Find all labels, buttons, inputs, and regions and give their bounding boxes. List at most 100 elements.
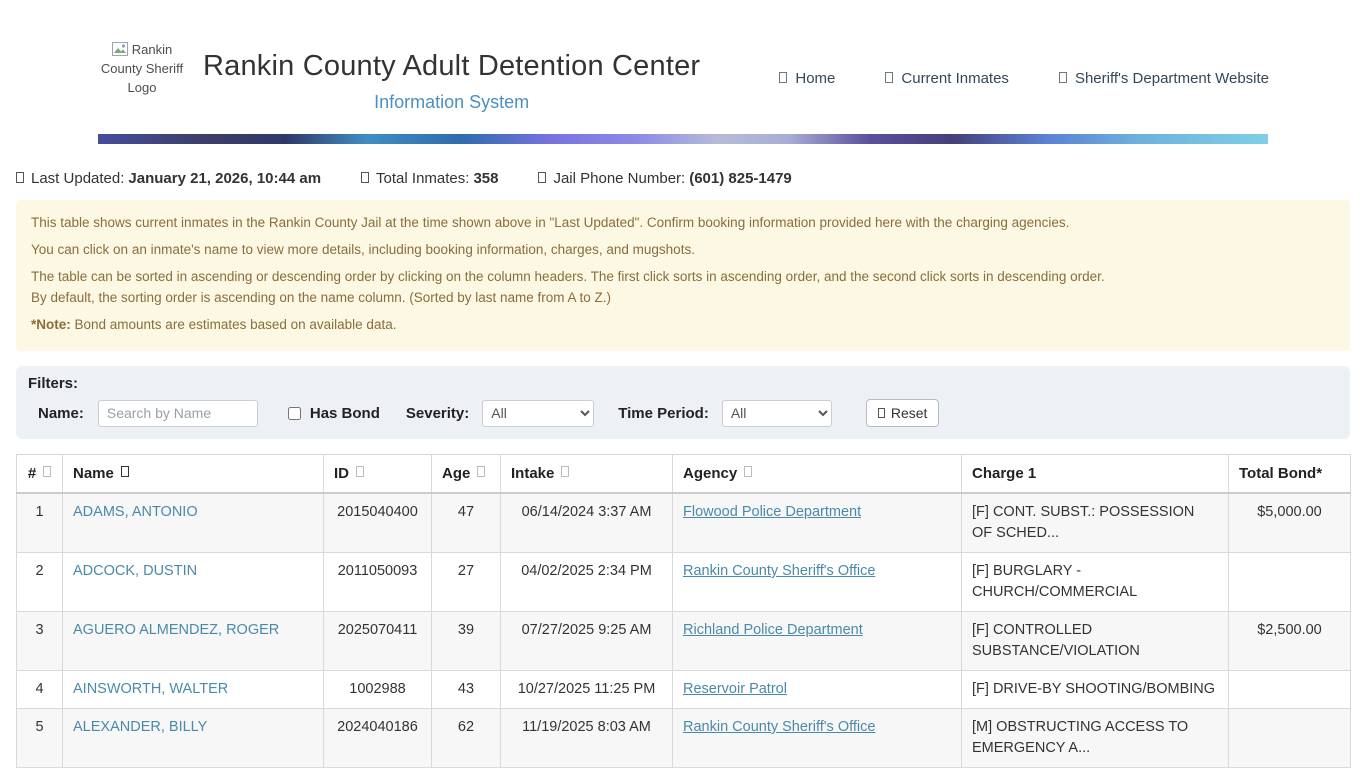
inmate-row: 5 ALEXANDER, BILLY 2024040186 62 11/19/2…: [17, 709, 1351, 768]
last-updated-value: January 21, 2026, 10:44 am: [128, 170, 321, 187]
clock-icon: [16, 172, 24, 183]
inmate-name-cell: AINSWORTH, WALTER: [63, 671, 324, 709]
sort-icon: [477, 466, 485, 477]
agency-link[interactable]: Rankin County Sheriff's Office: [683, 719, 875, 735]
jail-phone: Jail Phone Number:(601) 825-1479: [538, 170, 791, 187]
name-search-input[interactable]: [98, 400, 258, 427]
decorative-gradient-bar: [98, 134, 1268, 144]
status-bar: Last Updated:January 21, 2026, 10:44 am …: [16, 170, 1350, 187]
inmate-name-link[interactable]: AINSWORTH, WALTER: [73, 681, 228, 697]
severity-label: Severity:: [406, 405, 469, 422]
inmates-table: # Name ID Age Intake Agency Charge 1 Tot…: [16, 454, 1351, 768]
jail-phone-label: Jail Phone Number:: [553, 170, 685, 187]
table-header-row: # Name ID Age Intake Agency Charge 1 Tot…: [17, 455, 1351, 494]
inmate-name-cell: ALEXANDER, BILLY: [63, 709, 324, 768]
column-header-age[interactable]: Age: [432, 455, 501, 494]
charge1-cell: [F] CONT. SUBST.: POSSESSION OF SCHED...: [962, 493, 1229, 553]
agency-link[interactable]: Reservoir Patrol: [683, 681, 787, 697]
intake-date-cell: 06/14/2024 3:37 AM: [501, 493, 673, 553]
column-header-intake[interactable]: Intake: [501, 455, 673, 494]
filters-row: Name: Has Bond Severity: All Time Period…: [28, 399, 1338, 427]
agency-link[interactable]: Flowood Police Department: [683, 504, 861, 520]
nav-sheriff-website-link[interactable]: Sheriff's Department Website: [1059, 70, 1269, 87]
page-title: Rankin County Adult Detention Center: [203, 50, 700, 83]
agency-link[interactable]: Rankin County Sheriff's Office: [683, 563, 875, 579]
inmate-age-cell: 27: [432, 553, 501, 612]
notice-box: This table shows current inmates in the …: [16, 200, 1350, 351]
inmate-name-link[interactable]: AGUERO ALMENDEZ, ROGER: [73, 622, 279, 638]
intake-date-cell: 11/19/2025 8:03 AM: [501, 709, 673, 768]
total-inmates-label: Total Inmates:: [376, 170, 469, 187]
intake-date-cell: 07/27/2025 9:25 AM: [501, 612, 673, 671]
inmate-row: 2 ADCOCK, DUSTIN 2011050093 27 04/02/202…: [17, 553, 1351, 612]
note-text: Bond amounts are estimates based on avai…: [71, 317, 397, 332]
sheriff-logo-broken-image: Rankin County Sheriff Logo: [97, 40, 187, 97]
intake-date-cell: 04/02/2025 2:34 PM: [501, 553, 673, 612]
agency-cell: Rankin County Sheriff's Office: [673, 709, 962, 768]
inmate-row: 3 AGUERO ALMENDEZ, ROGER 2025070411 39 0…: [17, 612, 1351, 671]
note-label: *Note:: [31, 317, 71, 332]
reset-button[interactable]: Reset: [866, 399, 940, 427]
total-bond-cell: [1229, 709, 1351, 768]
inmate-id-cell: 2011050093: [324, 553, 432, 612]
agency-cell: Richland Police Department: [673, 612, 962, 671]
notice-line-3: The table can be sorted in ascending or …: [31, 268, 1335, 306]
has-bond-checkbox[interactable]: [288, 407, 301, 420]
name-filter-label: Name:: [38, 405, 84, 422]
inmate-age-cell: 39: [432, 612, 501, 671]
row-number-cell: 2: [17, 553, 63, 612]
time-period-select[interactable]: All: [722, 400, 832, 427]
sort-icon: [744, 466, 752, 477]
inmate-name-link[interactable]: ALEXANDER, BILLY: [73, 719, 207, 735]
jail-phone-value: (601) 825-1479: [689, 170, 792, 187]
inmate-id-cell: 2015040400: [324, 493, 432, 553]
inmate-row: 1 ADAMS, ANTONIO 2015040400 47 06/14/202…: [17, 493, 1351, 553]
total-inmates-value: 358: [473, 170, 498, 187]
column-header-id[interactable]: ID: [324, 455, 432, 494]
total-inmates: Total Inmates:358: [361, 170, 498, 187]
agency-cell: Flowood Police Department: [673, 493, 962, 553]
total-bond-cell: [1229, 553, 1351, 612]
total-bond-cell: $2,500.00: [1229, 612, 1351, 671]
inmate-name-link[interactable]: ADCOCK, DUSTIN: [73, 563, 197, 579]
sort-icon: [561, 466, 569, 477]
page-header: Rankin County Sheriff Logo Rankin County…: [97, 0, 1269, 134]
notice-line-1: This table shows current inmates in the …: [31, 214, 1335, 231]
reset-icon: [878, 408, 885, 418]
charge1-cell: [M] OBSTRUCTING ACCESS TO EMERGENCY A...: [962, 709, 1229, 768]
external-link-icon: [1059, 72, 1067, 83]
nav-current-inmates-link[interactable]: Current Inmates: [885, 70, 1009, 87]
column-header-num[interactable]: #: [17, 455, 63, 494]
inmates-icon: [885, 72, 893, 83]
inmate-name-link[interactable]: ADAMS, ANTONIO: [73, 504, 198, 520]
users-icon: [361, 172, 369, 183]
column-header-name[interactable]: Name: [63, 455, 324, 494]
has-bond-label: Has Bond: [310, 405, 380, 422]
last-updated-label: Last Updated:: [31, 170, 124, 187]
row-number-cell: 5: [17, 709, 63, 768]
agency-link[interactable]: Richland Police Department: [683, 622, 863, 638]
inmate-name-cell: ADAMS, ANTONIO: [63, 493, 324, 553]
row-number-cell: 4: [17, 671, 63, 709]
severity-select[interactable]: All: [482, 400, 594, 427]
total-bond-cell: $5,000.00: [1229, 493, 1351, 553]
title-block: Rankin County Adult Detention Center Inf…: [203, 40, 700, 113]
agency-cell: Rankin County Sheriff's Office: [673, 553, 962, 612]
top-navigation: Home Current Inmates Sheriff's Departmen…: [779, 40, 1269, 87]
notice-line-2: You can click on an inmate's name to vie…: [31, 241, 1335, 258]
time-period-label: Time Period:: [618, 405, 709, 422]
page-subtitle: Information System: [203, 92, 700, 113]
inmate-name-cell: AGUERO ALMENDEZ, ROGER: [63, 612, 324, 671]
intake-date-cell: 10/27/2025 11:25 PM: [501, 671, 673, 709]
column-header-total-bond: Total Bond*: [1229, 455, 1351, 494]
inmate-id-cell: 2025070411: [324, 612, 432, 671]
total-bond-cell: [1229, 671, 1351, 709]
nav-home-link[interactable]: Home: [779, 70, 835, 87]
inmate-age-cell: 43: [432, 671, 501, 709]
inmate-age-cell: 47: [432, 493, 501, 553]
column-header-agency[interactable]: Agency: [673, 455, 962, 494]
column-header-charge1: Charge 1: [962, 455, 1229, 494]
inmate-id-cell: 2024040186: [324, 709, 432, 768]
sort-icon: [43, 466, 51, 477]
home-icon: [779, 72, 787, 83]
